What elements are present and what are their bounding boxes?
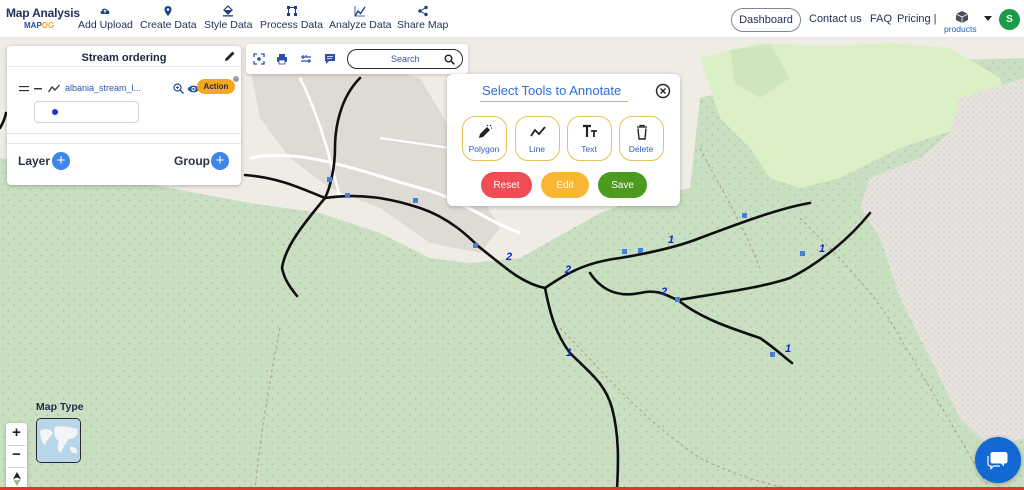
caret-down-icon	[984, 16, 992, 21]
stream-order-label: 2	[565, 264, 572, 276]
trash-icon	[637, 124, 647, 140]
layer-panel: Stream ordering albania_stream_l... Acti…	[7, 46, 241, 185]
delete-tool-button[interactable]: Delete	[619, 116, 664, 161]
polyline-icon	[530, 126, 546, 137]
dashboard-button[interactable]: Dashboard	[731, 8, 801, 32]
nav-style-data[interactable]: Style Data	[204, 5, 252, 31]
faq-link[interactable]: FAQ	[870, 13, 892, 25]
stream-order-label: 2	[661, 286, 668, 298]
tool-label: Text	[581, 144, 597, 154]
panel-title: Stream ordering	[81, 52, 167, 64]
nav-label: Create Data	[140, 19, 197, 31]
layer-name[interactable]: albania_stream_l...	[65, 83, 141, 93]
paint-bucket-icon	[223, 5, 234, 17]
contact-us-link[interactable]: Contact us	[809, 13, 862, 25]
stream-order-label: 1	[785, 343, 792, 355]
share-icon	[417, 5, 428, 17]
status-dot	[233, 76, 239, 82]
pencil-icon[interactable]	[224, 50, 236, 62]
tool-label: Polygon	[468, 144, 500, 154]
nav-label: Add Upload	[78, 19, 133, 31]
title-underline	[480, 101, 628, 102]
line-tool-button[interactable]: Line	[515, 116, 560, 161]
zoom-to-layer-icon[interactable]	[173, 83, 184, 94]
measure-icon[interactable]	[300, 53, 312, 65]
text-tool-icon	[583, 124, 597, 137]
add-layer-button[interactable]: +	[52, 152, 70, 170]
cloud-upload-icon	[100, 8, 110, 14]
edit-button[interactable]: Edit	[541, 172, 589, 198]
action-button[interactable]: Action	[197, 79, 235, 94]
add-group-button[interactable]: +	[211, 152, 229, 170]
compass-north-icon[interactable]	[12, 472, 22, 486]
nav-label: Analyze Data	[329, 19, 392, 31]
divider	[7, 66, 241, 67]
map-toolbar: Search	[246, 44, 468, 74]
search-icon	[444, 54, 455, 65]
map-type-switcher[interactable]	[36, 418, 81, 463]
user-avatar[interactable]: S	[999, 9, 1020, 30]
chat-support-button[interactable]	[975, 437, 1021, 483]
text-tool-button[interactable]: Text	[567, 116, 612, 161]
polygon-pen-icon	[479, 124, 492, 138]
top-navbar: Map Analysis MAPOG Add Upload Create Dat…	[0, 0, 1024, 38]
products-menu[interactable]: products	[944, 9, 992, 35]
print-icon[interactable]	[276, 53, 288, 65]
stream-order-label: 1	[668, 234, 675, 246]
reset-button[interactable]: Reset	[481, 172, 532, 198]
fullscreen-icon[interactable]	[253, 53, 265, 65]
stream-order-label: 2	[506, 251, 513, 263]
nav-create-data[interactable]: Create Data	[140, 5, 197, 31]
drag-handle-icon[interactable]	[19, 86, 29, 92]
search-input[interactable]: Search	[347, 49, 463, 69]
zoom-in-button[interactable]: +	[6, 424, 27, 445]
legend-point-symbol	[52, 109, 58, 115]
tool-label: Line	[528, 144, 546, 154]
group-label: Group	[174, 154, 210, 168]
brand-logo[interactable]: Map Analysis MAPOG	[6, 6, 80, 34]
save-button[interactable]: Save	[598, 172, 647, 198]
cube-icon	[955, 11, 969, 23]
chat-icon	[987, 452, 1008, 470]
close-icon[interactable]	[655, 83, 671, 99]
annotation-title: Select Tools to Annotate	[482, 83, 622, 98]
nav-label: Style Data	[204, 19, 253, 31]
nav-process-data[interactable]: Process Data	[260, 5, 323, 31]
stream-order-label: 1	[819, 243, 826, 255]
nav-share-map[interactable]: Share Map	[397, 5, 448, 31]
layer-style-legend[interactable]	[34, 101, 139, 123]
world-map-thumbnail	[37, 419, 80, 462]
nav-add-upload[interactable]: Add Upload	[78, 5, 133, 31]
location-pin-icon	[164, 6, 172, 16]
polygon-tool-button[interactable]: Polygon	[462, 116, 507, 161]
stream-order-label: 1	[566, 347, 573, 359]
divider	[7, 143, 241, 144]
analyze-chart-icon	[354, 6, 366, 17]
brand-name: Map Analysis	[6, 6, 80, 20]
map-type-label: Map Type	[36, 401, 84, 413]
process-nodes-icon	[286, 6, 297, 16]
collapse-icon[interactable]	[34, 88, 44, 90]
nav-analyze-data[interactable]: Analyze Data	[329, 5, 391, 31]
annotation-panel: Select Tools to Annotate Polygon Line Te…	[447, 74, 680, 206]
nav-label: Share Map	[397, 19, 449, 31]
brand-sub: MAPOG	[24, 21, 55, 30]
pricing-link[interactable]: Pricing |	[897, 13, 937, 25]
search-placeholder: Search	[391, 54, 420, 64]
layer-label: Layer	[18, 154, 51, 168]
line-layer-icon	[48, 84, 60, 93]
nav-label: Process Data	[260, 19, 324, 31]
tool-label: Delete	[628, 144, 654, 154]
zoom-control: + −	[6, 423, 27, 490]
divider	[7, 133, 241, 134]
products-label: products	[944, 24, 977, 34]
zoom-out-button[interactable]: −	[6, 446, 27, 467]
comment-icon[interactable]	[324, 53, 336, 65]
